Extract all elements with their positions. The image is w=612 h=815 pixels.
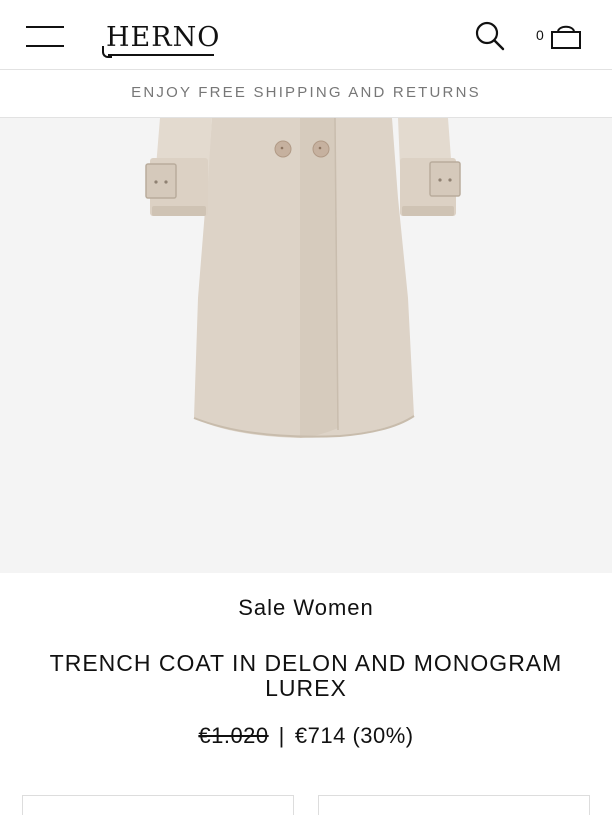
site-header: HERNO 0 <box>0 0 612 70</box>
hamburger-menu-icon[interactable] <box>26 24 66 48</box>
original-price: €1.020 <box>198 723 269 748</box>
price-row: €1.020 | €714 (30%) <box>0 723 612 749</box>
size-select[interactable] <box>22 795 294 815</box>
sale-price: €714 <box>294 723 346 748</box>
cart-count: 0 <box>536 27 544 43</box>
price-separator: | <box>278 723 285 748</box>
cart-button[interactable]: 0 <box>532 20 588 52</box>
color-select[interactable] <box>318 795 590 815</box>
discount-percent: (30%) <box>352 723 414 748</box>
product-image-gallery[interactable] <box>0 118 612 573</box>
bag-icon <box>551 25 581 49</box>
search-icon[interactable] <box>474 20 506 52</box>
trench-coat-image <box>145 118 461 438</box>
shipping-banner-text: ENJOY FREE SHIPPING AND RETURNS <box>131 84 481 101</box>
product-info: Sale Women TRENCH COAT IN DELON AND MONO… <box>0 573 612 815</box>
brand-logo[interactable]: HERNO <box>100 10 221 62</box>
product-title: TRENCH COAT IN DELON AND MONOGRAM LUREX <box>49 650 563 701</box>
shipping-banner: ENJOY FREE SHIPPING AND RETURNS <box>0 70 612 118</box>
logo-text: HERNO <box>106 22 221 53</box>
product-category[interactable]: Sale Women <box>0 595 612 621</box>
